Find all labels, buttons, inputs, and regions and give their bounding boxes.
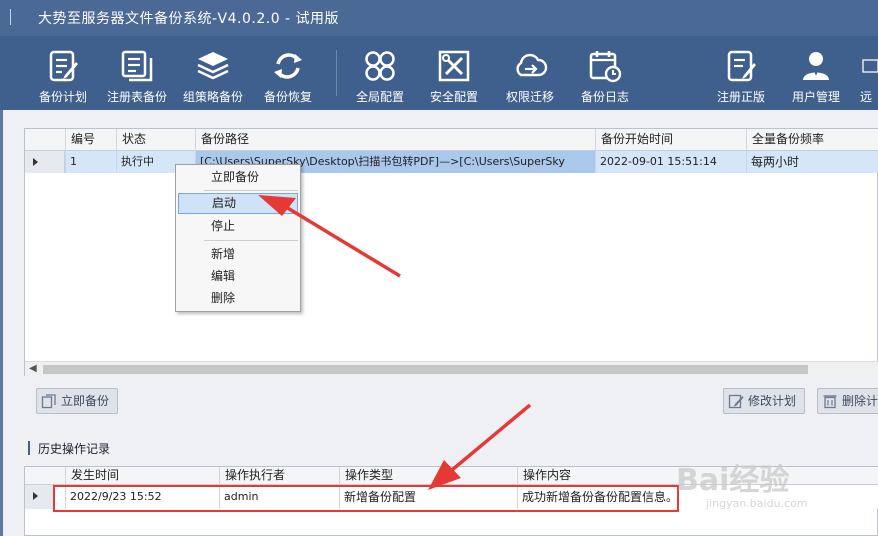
toolbar-label: 远: [860, 90, 873, 104]
section-marker: [28, 441, 30, 455]
toolbar-label: 组策略备份: [182, 90, 243, 104]
menu-separator: [204, 240, 298, 241]
toolbar-global-config-button[interactable]: 全局配置: [352, 36, 408, 110]
column-header-path[interactable]: 备份路径: [195, 129, 595, 151]
toolbar-label: 用户管理: [791, 90, 840, 104]
menu-separator: [204, 190, 298, 191]
menu-item-edit[interactable]: 编辑: [178, 266, 298, 287]
watermark-brand: Bai经验: [676, 463, 790, 498]
toolbar-group-policy-button[interactable]: 组策略备份: [180, 36, 246, 110]
title-divider: [10, 9, 11, 25]
watermark: Bai经验 jingyan.baidu.com: [676, 455, 808, 510]
register-icon: [727, 50, 756, 82]
toolbar-register-button[interactable]: 注册正版: [712, 36, 770, 110]
tools-icon: [438, 50, 470, 82]
cell-start-time: 2022-09-01 15:51:14: [595, 151, 746, 173]
edit-icon: [728, 394, 744, 409]
calendar-clock-icon: [589, 51, 622, 83]
toolbar-separator: [336, 50, 337, 96]
toolbar-label: 权限迁移: [505, 90, 554, 104]
row-header[interactable]: [25, 151, 65, 173]
toolbar-user-management-button[interactable]: 用户管理: [786, 36, 846, 110]
menu-item-stop[interactable]: 停止: [178, 216, 298, 237]
watermark-url: jingyan.baidu.com: [706, 497, 808, 510]
row-indicator-icon: [33, 158, 38, 166]
toolbar-label: 全局配置: [355, 90, 404, 104]
row-header[interactable]: [25, 485, 55, 509]
menu-item-start[interactable]: 启动: [178, 193, 298, 214]
history-title: 历史操作记录: [38, 442, 111, 456]
column-header-id[interactable]: 编号: [65, 129, 116, 151]
edit-plan-button[interactable]: 修改计划: [723, 388, 805, 414]
window-left-edge: [0, 110, 3, 536]
title-bar: 大势至服务器文件备份系统-V4.0.2.0 - 试用版: [0, 0, 878, 36]
cell-frequency: 每两小时: [746, 151, 878, 173]
toolbar-label: 安全配置: [429, 90, 478, 104]
toolbar-permission-migrate-button[interactable]: 权限迁移: [502, 36, 558, 110]
copy-icon: [41, 394, 56, 409]
users-icon: [803, 52, 829, 80]
table-header: 编号 状态 备份路径 备份开始时间 全量备份频率: [25, 129, 878, 151]
grid-icon: [365, 51, 395, 81]
history-section-title: 历史操作记录: [28, 440, 111, 457]
toolbar-backup-plan-button[interactable]: 备份计划: [34, 36, 92, 110]
context-menu: 立即备份 启动 停止 新增 编辑 删除: [175, 164, 301, 312]
remote-icon: [862, 59, 878, 73]
toolbar-registry-backup-button[interactable]: 注册表备份: [104, 36, 170, 110]
toolbar-security-config-button[interactable]: 安全配置: [426, 36, 482, 110]
toolbar-label: 备份日志: [580, 90, 629, 104]
delete-plan-button[interactable]: 删除计: [817, 388, 878, 414]
main-toolbar: 备份计划 注册表备份 组策略备份 备份恢复 全局配置 安全配置 权限迁移 备份日…: [0, 36, 878, 110]
toolbar-backup-log-button[interactable]: 备份日志: [576, 36, 634, 110]
backup-now-button[interactable]: 立即备份: [36, 388, 118, 414]
column-header-type[interactable]: 操作类型: [339, 467, 517, 485]
menu-item-backup-now[interactable]: 立即备份: [178, 167, 298, 188]
toolbar-remote-button[interactable]: 远: [860, 36, 878, 110]
edit-plan-label: 修改计划: [748, 394, 797, 408]
trash-icon: [823, 395, 837, 409]
row-indicator-icon: [33, 492, 38, 500]
layers-icon: [197, 52, 229, 80]
table-row[interactable]: 1 执行中 [C:\Users\SuperSky\Desktop\扫描书包转PD…: [25, 151, 878, 173]
column-header-start-time[interactable]: 备份开始时间: [595, 129, 746, 151]
window-title: 大势至服务器文件备份系统-V4.0.2.0 - 试用版: [38, 11, 340, 27]
edit-list-icon: [49, 50, 78, 82]
delete-plan-label: 删除计: [842, 394, 878, 408]
toolbar-label: 备份计划: [38, 90, 87, 104]
backup-plan-table: 编号 状态 备份路径 备份开始时间 全量备份频率 1 执行中 [C:\Users…: [24, 128, 878, 376]
toolbar-restore-button[interactable]: 备份恢复: [258, 36, 318, 110]
menu-item-delete[interactable]: 删除: [178, 288, 298, 309]
toolbar-label: 注册表备份: [106, 90, 167, 104]
backup-now-label: 立即备份: [61, 394, 110, 408]
toolbar-label: 备份恢复: [263, 90, 312, 104]
menu-item-add[interactable]: 新增: [178, 244, 298, 265]
annotation-highlight-box: [53, 485, 679, 512]
horizontal-scrollbar[interactable]: ◀: [25, 361, 878, 376]
column-header-user[interactable]: 操作执行者: [219, 467, 339, 485]
refresh-icon: [274, 53, 302, 79]
cell-id: 1: [65, 151, 116, 173]
cloud-transfer-icon: [516, 53, 548, 77]
documents-icon: [121, 50, 153, 82]
column-header-status[interactable]: 状态: [116, 129, 195, 151]
scroll-left-icon[interactable]: ◀: [29, 363, 37, 374]
toolbar-label: 注册正版: [716, 90, 765, 104]
column-header-time[interactable]: 发生时间: [65, 467, 219, 485]
scrollbar-thumb[interactable]: [43, 365, 808, 374]
column-header-frequency[interactable]: 全量备份频率: [746, 129, 878, 151]
